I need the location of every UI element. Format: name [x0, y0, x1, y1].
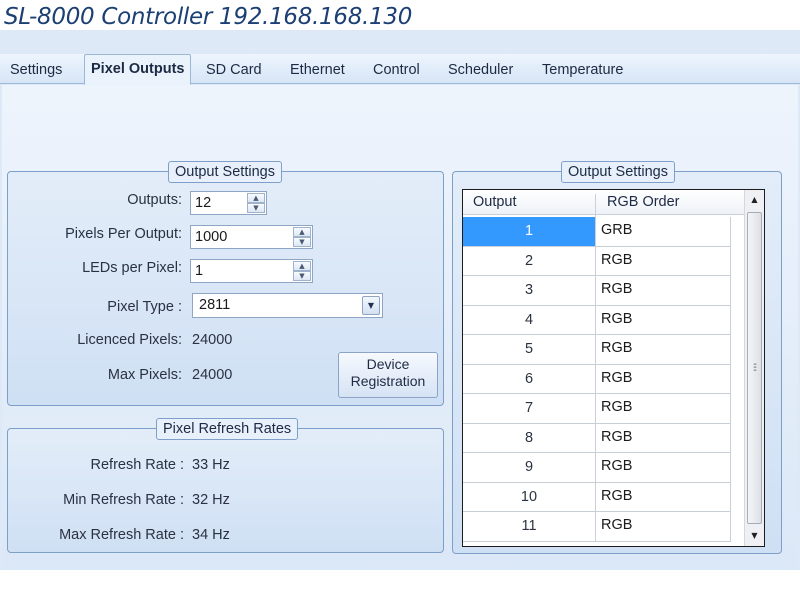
triangle-up-icon[interactable]: ▲	[247, 193, 265, 203]
outputs-stepper[interactable]: ▲ ▼	[190, 191, 267, 215]
grip-icon: ---	[753, 359, 757, 376]
rgb-order-cell[interactable]: RGB	[596, 364, 731, 394]
output-cell[interactable]: 1	[463, 217, 596, 247]
device-registration-line2: Registration	[350, 373, 426, 389]
grid-header: Output RGB Order	[463, 190, 744, 219]
outputs-input[interactable]	[191, 192, 246, 214]
table-row[interactable]: 9 RGB	[463, 453, 731, 483]
output-cell[interactable]: 7	[463, 394, 596, 424]
licenced-pixels-label: Licenced Pixels:	[77, 332, 182, 348]
table-row[interactable]: 2 RGB	[463, 246, 731, 276]
max-pixels-label: Max Pixels:	[107, 367, 182, 383]
pixels-per-output-label: Pixels Per Output:	[65, 226, 182, 242]
output-grid-title: Output Settings	[561, 161, 675, 183]
max-pixels-value: 24000	[192, 367, 233, 383]
table-row[interactable]: 1 GRB	[463, 217, 731, 247]
leds-per-pixel-label: LEDs per Pixel:	[82, 260, 182, 276]
output-cell[interactable]: 3	[463, 276, 596, 306]
table-row[interactable]: 7 RGB	[463, 394, 731, 424]
tab-pixel-outputs[interactable]: Pixel Outputs	[84, 54, 192, 85]
rgb-order-cell[interactable]: RGB	[596, 394, 731, 424]
output-grid[interactable]: Output RGB Order 1 GRB 2 RGB 3 RGB 4 RGB 5 RGB 6 RG…	[462, 189, 765, 547]
tab-settings[interactable]: Settings	[4, 57, 68, 84]
output-cell[interactable]: 8	[463, 423, 596, 453]
max-refresh-rate-label: Max Refresh Rate :	[59, 527, 184, 543]
table-row[interactable]: 8 RGB	[463, 423, 731, 453]
device-registration-line1: Device	[366, 356, 410, 372]
table-row[interactable]: 6 RGB	[463, 364, 731, 394]
table-row[interactable]: 11 RGB	[463, 512, 731, 542]
output-settings-title: Output Settings	[168, 161, 282, 183]
rgb-order-cell[interactable]: RGB	[596, 305, 731, 335]
refresh-rate-label: Refresh Rate :	[90, 457, 185, 473]
chevron-down-icon[interactable]: ▼	[362, 296, 380, 315]
pixel-type-label: Pixel Type :	[107, 299, 182, 315]
output-cell[interactable]: 9	[463, 453, 596, 483]
tab-ethernet[interactable]: Ethernet	[284, 57, 351, 84]
output-settings-group: Output Settings Outputs: ▲ ▼ Pixels Per …	[7, 161, 444, 406]
rgb-order-cell[interactable]: RGB	[596, 276, 731, 306]
triangle-down-icon[interactable]: ▼	[293, 271, 311, 281]
column-header-rgb-order[interactable]: RGB Order	[607, 194, 680, 210]
tab-control[interactable]: Control	[367, 57, 426, 84]
tab-temperature[interactable]: Temperature	[536, 57, 629, 84]
licenced-pixels-value: 24000	[192, 332, 233, 348]
rgb-order-cell[interactable]: RGB	[596, 453, 731, 483]
leds-per-pixel-input[interactable]	[191, 260, 291, 282]
pixel-type-select[interactable]: 2811 ▼	[192, 293, 383, 318]
scroll-thumb[interactable]: ---	[747, 212, 762, 524]
rgb-order-cell[interactable]: RGB	[596, 423, 731, 453]
scroll-up-icon[interactable]: ▲	[746, 191, 763, 209]
refresh-rates-title: Pixel Refresh Rates	[156, 418, 299, 440]
column-header-output[interactable]: Output	[473, 194, 517, 210]
tab-sd-card[interactable]: SD Card	[200, 57, 268, 84]
refresh-rates-group: Pixel Refresh Rates Refresh Rate : 33 Hz…	[7, 418, 444, 553]
rgb-order-cell[interactable]: RGB	[596, 482, 731, 512]
refresh-rate-value: 33 Hz	[192, 457, 230, 473]
output-cell[interactable]: 5	[463, 335, 596, 365]
output-cell[interactable]: 10	[463, 482, 596, 512]
rgb-order-cell[interactable]: RGB	[596, 512, 731, 542]
rgb-order-cell[interactable]: RGB	[596, 246, 731, 276]
scroll-down-icon[interactable]: ▼	[746, 527, 763, 545]
output-cell[interactable]: 4	[463, 305, 596, 335]
table-row[interactable]: 5 RGB	[463, 335, 731, 365]
tab-content: Output Settings Outputs: ▲ ▼ Pixels Per …	[2, 85, 798, 570]
vertical-scrollbar[interactable]: ▲ --- ▼	[744, 190, 764, 546]
triangle-up-icon[interactable]: ▲	[293, 227, 311, 237]
table-row[interactable]: 4 RGB	[463, 305, 731, 335]
min-refresh-rate-value: 32 Hz	[192, 492, 230, 508]
pixels-per-output-input[interactable]	[191, 226, 291, 248]
max-refresh-rate-value: 34 Hz	[192, 527, 230, 543]
triangle-up-icon[interactable]: ▲	[293, 261, 311, 271]
table-row[interactable]: 3 RGB	[463, 276, 731, 306]
outputs-label: Outputs:	[127, 192, 182, 208]
tab-scheduler[interactable]: Scheduler	[442, 57, 519, 84]
leds-per-pixel-stepper[interactable]: ▲ ▼	[190, 259, 313, 283]
triangle-down-icon[interactable]: ▼	[293, 237, 311, 247]
rgb-order-cell[interactable]: GRB	[596, 217, 731, 247]
triangle-down-icon[interactable]: ▼	[247, 203, 265, 213]
table-row[interactable]: 10 RGB	[463, 482, 731, 512]
window-title: SL-8000 Controller 192.168.168.130	[4, 4, 413, 30]
tab-bar: Settings Pixel Outputs SD Card Ethernet …	[0, 54, 800, 85]
pixels-per-output-stepper[interactable]: ▲ ▼	[190, 225, 313, 249]
min-refresh-rate-label: Min Refresh Rate :	[63, 492, 184, 508]
pixel-type-value: 2811	[199, 297, 231, 313]
output-grid-group: Output Settings Output RGB Order 1 GRB 2 RG…	[452, 161, 782, 554]
output-cell[interactable]: 11	[463, 512, 596, 542]
rgb-order-cell[interactable]: RGB	[596, 335, 731, 365]
output-cell[interactable]: 2	[463, 246, 596, 276]
device-registration-button[interactable]: Device Registration	[338, 352, 438, 398]
output-cell[interactable]: 6	[463, 364, 596, 394]
